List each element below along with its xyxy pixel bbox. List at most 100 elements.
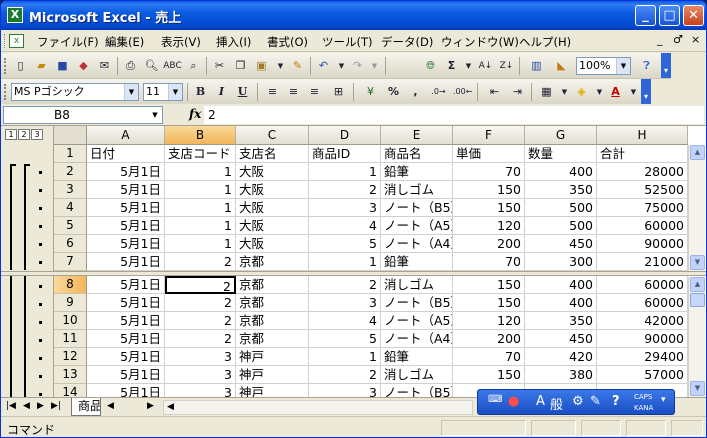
cell-c8[interactable]: 京都 [236,276,309,294]
scroll-right-icon[interactable]: ▶ [147,401,154,411]
cell-g11[interactable]: 450 [525,330,597,348]
cell-b3[interactable]: 1 [165,181,236,199]
cell-b5[interactable]: 1 [165,217,236,235]
outline-detail-dot[interactable] [39,243,42,246]
cell-a5[interactable]: 5月1日 [87,217,165,235]
pane-split-bar[interactable] [1,271,706,276]
next-sheet-icon[interactable]: ▶ [37,401,44,411]
cell-b1[interactable]: 支店コード [165,145,236,163]
toolbar-grip[interactable] [4,58,7,74]
outline-detail-dot[interactable] [39,285,42,288]
cell-h5[interactable]: 60000 [597,217,688,235]
select-all-corner[interactable] [54,126,87,145]
menu-help[interactable]: ヘルプ(H) [519,34,571,50]
outline-detail-dot[interactable] [39,375,42,378]
cell-c12[interactable]: 神戸 [236,348,309,366]
cell-c2[interactable]: 大阪 [236,163,309,181]
cell-g9[interactable]: 400 [525,294,597,312]
keyboard-icon[interactable]: ⌨ [488,394,502,405]
doc-restore-button[interactable]: ♂ [673,33,683,46]
cell-e5[interactable]: ノート（A5） [381,217,453,235]
cell-e9[interactable]: ノート（B5） [381,294,453,312]
zoom-combo[interactable]: 100% ▼ [576,57,631,75]
prev-sheet-icon[interactable]: ◀ [23,401,30,411]
scroll-thumb[interactable] [690,293,705,307]
cell-h8[interactable]: 60000 [597,276,688,294]
row-header-11[interactable]: 11 [54,330,87,348]
outline-level-2-button[interactable]: 2 [18,129,30,140]
workbook-icon[interactable]: x [9,34,24,48]
copy-icon[interactable]: ❐ [231,57,250,75]
outline-detail-dot[interactable] [39,303,42,306]
doc-minimize-button[interactable]: _ [657,33,663,46]
font-size-combo[interactable]: 11 ▼ [143,83,183,101]
cell-e12[interactable]: 鉛筆 [381,348,453,366]
email-icon[interactable]: ✉ [95,57,114,75]
spelling-icon[interactable]: ABC [163,57,182,75]
cell-f11[interactable]: 200 [453,330,525,348]
paste-icon[interactable]: ▣ [252,57,271,75]
scroll-left-icon[interactable]: ◀ [167,402,174,412]
cell-f4[interactable]: 150 [453,199,525,217]
cell-h13[interactable]: 57000 [597,366,688,384]
cell-b12[interactable]: 3 [165,348,236,366]
chevron-down-icon[interactable]: ▼ [616,58,630,74]
decrease-decimal-icon[interactable]: .00← [453,83,472,101]
menu-edit[interactable]: 編集(E) [105,34,144,50]
cell-e11[interactable]: ノート（A4） [381,330,453,348]
cell-g13[interactable]: 380 [525,366,597,384]
cell-f13[interactable]: 150 [453,366,525,384]
cell-h7[interactable]: 21000 [597,253,688,271]
menu-view[interactable]: 表示(V) [161,34,201,50]
cell-b6[interactable]: 1 [165,235,236,253]
sort-descending-icon[interactable]: Z↓ [497,57,516,75]
cut-icon[interactable]: ✂ [210,57,229,75]
outline-detail-dot[interactable] [39,225,42,228]
cell-e4[interactable]: ノート（B5） [381,199,453,217]
cell-a7[interactable]: 5月1日 [87,253,165,271]
hyperlink-icon[interactable]: 🌐︎ [421,57,440,75]
row-header-9[interactable]: 9 [54,294,87,312]
cell-c10[interactable]: 京都 [236,312,309,330]
ime-language-bar[interactable]: ⌨ ● A 般 ⚙ ✎ ? CAPS KANA ▾ [477,389,675,415]
row-header-3[interactable]: 3 [54,181,87,199]
cell-g12[interactable]: 420 [525,348,597,366]
cell-c5[interactable]: 大阪 [236,217,309,235]
row-header-2[interactable]: 2 [54,163,87,181]
column-header-h[interactable]: H [597,126,688,145]
row-header-7[interactable]: 7 [54,253,87,271]
cell-d10[interactable]: 4 [309,312,381,330]
chevron-down-icon[interactable]: ▼ [148,107,162,123]
align-center-icon[interactable]: ≡ [284,83,303,101]
formula-input[interactable]: 2 [204,106,704,124]
fill-color-icon[interactable]: ◈ [572,83,591,101]
cell-h9[interactable]: 60000 [597,294,688,312]
percent-button[interactable]: % [384,83,403,101]
menu-window[interactable]: ウィンドウ(W) [441,34,519,50]
outline-detail-dot[interactable] [39,321,42,324]
row-header-12[interactable]: 12 [54,348,87,366]
cell-f12[interactable]: 70 [453,348,525,366]
outline-detail-dot[interactable] [39,207,42,210]
cell-d12[interactable]: 1 [309,348,381,366]
cell-d6[interactable]: 5 [309,235,381,253]
cell-f10[interactable]: 120 [453,312,525,330]
ime-tools-icon[interactable]: ⚙ [572,394,584,409]
cell-c3[interactable]: 大阪 [236,181,309,199]
maximize-button[interactable]: □ [659,5,680,26]
name-box[interactable]: B8 ▼ [3,106,163,124]
input-mode[interactable]: A [536,394,545,409]
toolbar-options-chevron-icon[interactable]: ▾ [661,53,671,78]
cell-d4[interactable]: 3 [309,199,381,217]
menu-data[interactable]: データ(D) [381,34,433,50]
column-header-b[interactable]: B [165,126,236,145]
print-preview-icon[interactable]: 🔍︎ [142,57,161,75]
cell-f2[interactable]: 70 [453,163,525,181]
column-header-f[interactable]: F [453,126,525,145]
cell-h6[interactable]: 90000 [597,235,688,253]
cell-h11[interactable]: 90000 [597,330,688,348]
row-header-4[interactable]: 4 [54,199,87,217]
cell-e1[interactable]: 商品名 [381,145,453,163]
align-left-icon[interactable]: ≡ [263,83,282,101]
column-header-c[interactable]: C [236,126,309,145]
